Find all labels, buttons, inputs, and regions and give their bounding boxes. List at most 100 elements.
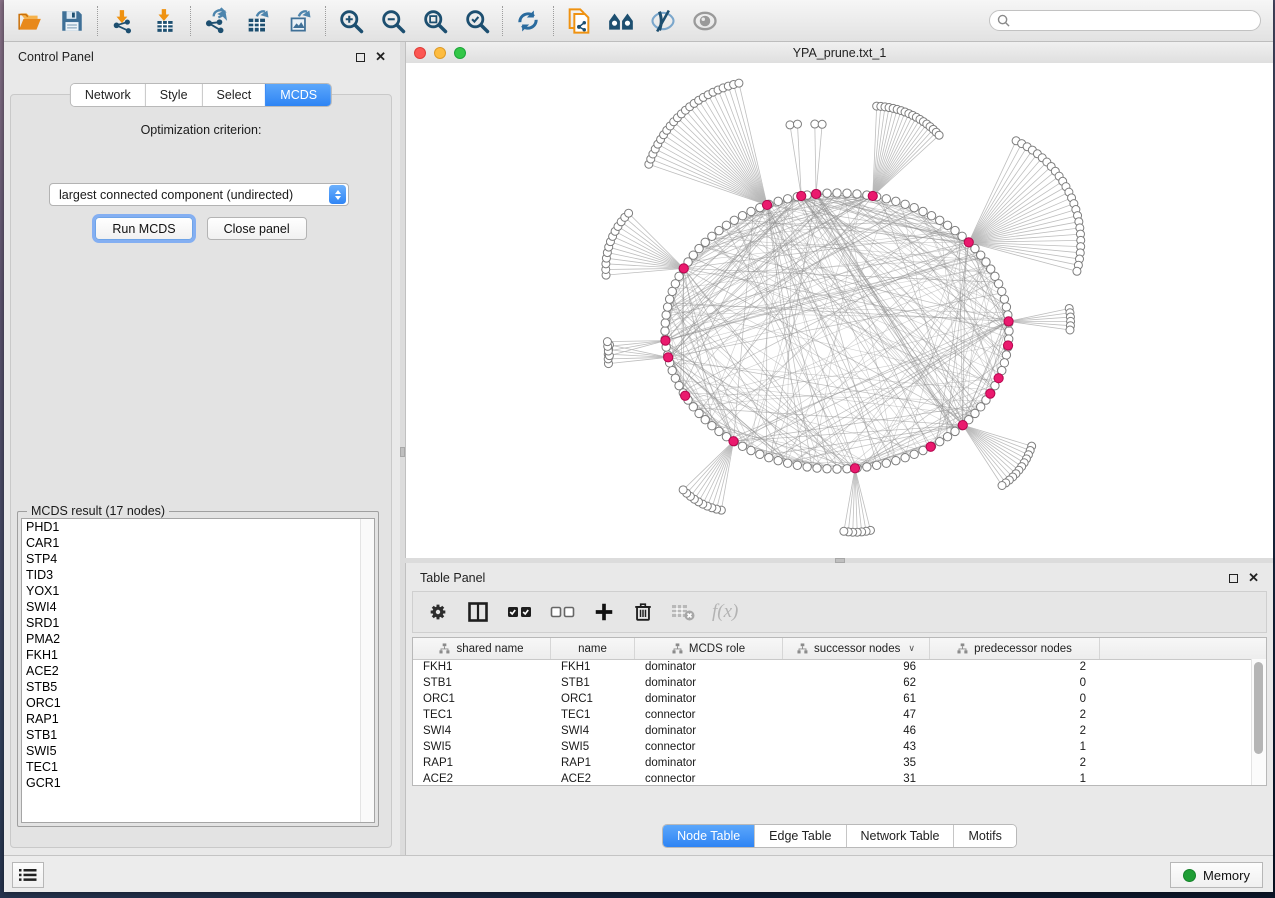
export-image-icon[interactable]: [286, 7, 314, 35]
tab-node-table[interactable]: Node Table: [663, 825, 754, 847]
mcds-result-list[interactable]: PHD1CAR1STP4TID3YOX1SWI4SRD1PMA2FKH1ACE2…: [21, 518, 375, 823]
run-mcds-button[interactable]: Run MCDS: [95, 217, 192, 240]
mcds-tab-content: Network Style Select MCDS Optimization c…: [10, 94, 392, 848]
show-log-button[interactable]: [12, 862, 44, 888]
tab-mcds[interactable]: MCDS: [265, 84, 331, 106]
show-columns-icon[interactable]: [466, 600, 490, 624]
add-icon[interactable]: [593, 601, 615, 623]
table-row[interactable]: RAP1RAP1dominator352: [413, 755, 1252, 771]
delete-table-icon[interactable]: [671, 602, 695, 622]
zoom-out-icon[interactable]: [379, 7, 407, 35]
column-header-successor-nodes[interactable]: successor nodes ∨: [783, 638, 930, 659]
network-graph[interactable]: [406, 63, 1273, 558]
export-network-icon[interactable]: [202, 7, 230, 35]
list-item[interactable]: TEC1: [22, 759, 374, 775]
table-cell: 62: [783, 677, 930, 689]
zoom-in-icon[interactable]: [337, 7, 365, 35]
memory-label: Memory: [1203, 868, 1250, 883]
table-row[interactable]: ACE2ACE2connector311: [413, 771, 1252, 785]
table-row[interactable]: STB1STB1dominator620: [413, 675, 1252, 691]
list-item[interactable]: PMA2: [22, 631, 374, 647]
list-item[interactable]: STP4: [22, 551, 374, 567]
sort-descending-icon: ∨: [908, 643, 915, 654]
close-panel-icon[interactable]: ✕: [1248, 573, 1259, 583]
list-item[interactable]: SWI4: [22, 599, 374, 615]
select-all-rows-icon[interactable]: [507, 602, 533, 622]
list-item[interactable]: TID3: [22, 567, 374, 583]
table-row[interactable]: TEC1TEC1connector472: [413, 707, 1252, 723]
column-header-shared-name[interactable]: shared name: [413, 638, 551, 659]
control-panel-title: Control Panel: [18, 50, 94, 64]
list-item[interactable]: FKH1: [22, 647, 374, 663]
delete-icon[interactable]: [632, 601, 654, 623]
tab-motifs[interactable]: Motifs: [953, 825, 1015, 847]
table-cell: 96: [783, 661, 930, 673]
deselect-all-rows-icon[interactable]: [550, 602, 576, 622]
optimization-criterion-select[interactable]: largest connected component (undirected): [49, 183, 349, 206]
save-session-icon[interactable]: [58, 7, 86, 35]
list-item[interactable]: STB1: [22, 727, 374, 743]
list-item[interactable]: SWI5: [22, 743, 374, 759]
tab-style[interactable]: Style: [145, 84, 202, 106]
export-table-icon[interactable]: [244, 7, 272, 35]
mcds-list-scrollbar[interactable]: [360, 519, 374, 822]
column-header-mcds-role[interactable]: MCDS role: [635, 638, 783, 659]
table-scrollbar[interactable]: [1251, 659, 1266, 785]
list-item[interactable]: GCR1: [22, 775, 374, 791]
tab-network-table[interactable]: Network Table: [846, 825, 954, 847]
search-input[interactable]: [989, 10, 1261, 31]
table-tabs: Node Table Edge Table Network Table Moti…: [406, 824, 1273, 848]
list-item[interactable]: YOX1: [22, 583, 374, 599]
open-file-icon[interactable]: [16, 7, 44, 35]
status-bar: Memory: [4, 855, 1273, 892]
search-field[interactable]: [1015, 13, 1253, 29]
tab-network[interactable]: Network: [71, 84, 145, 106]
zoom-fit-icon[interactable]: [421, 7, 449, 35]
table-cell: 2: [930, 757, 1100, 769]
table-body[interactable]: FKH1FKH1dominator962STB1STB1dominator620…: [413, 659, 1252, 785]
import-table-icon[interactable]: [151, 7, 179, 35]
table-row[interactable]: SWI5SWI5connector431: [413, 739, 1252, 755]
first-neighbors-icon[interactable]: [607, 7, 635, 35]
list-item[interactable]: SRD1: [22, 615, 374, 631]
mcds-result-title: MCDS result (17 nodes): [27, 504, 169, 518]
network-canvas[interactable]: [406, 63, 1273, 558]
hide-selected-icon[interactable]: [649, 7, 677, 35]
tab-edge-table[interactable]: Edge Table: [754, 825, 845, 847]
table-cell: RAP1: [413, 757, 551, 769]
memory-status-icon: [1183, 869, 1196, 882]
table-cell: 0: [930, 693, 1100, 705]
tab-select[interactable]: Select: [202, 84, 266, 106]
list-item[interactable]: STB5: [22, 679, 374, 695]
list-item[interactable]: PHD1: [22, 519, 374, 535]
list-item[interactable]: CAR1: [22, 535, 374, 551]
column-header-predecessor-nodes[interactable]: predecessor nodes: [930, 638, 1100, 659]
table-cell: SWI5: [551, 741, 635, 753]
function-builder-icon[interactable]: f(x): [712, 601, 738, 623]
table-cell: connector: [635, 741, 783, 753]
close-panel-button[interactable]: Close panel: [207, 217, 307, 240]
clone-network-icon[interactable]: [565, 7, 593, 35]
network-window-titlebar[interactable]: YPA_prune.txt_1: [406, 42, 1273, 64]
show-all-icon[interactable]: [691, 7, 719, 35]
table-cell: 35: [783, 757, 930, 769]
table-cell: 46: [783, 725, 930, 737]
import-network-icon[interactable]: [109, 7, 137, 35]
settings-gear-icon[interactable]: [427, 601, 449, 623]
list-item[interactable]: RAP1: [22, 711, 374, 727]
table-panel-title: Table Panel: [420, 571, 485, 585]
network-view-window: YPA_prune.txt_1: [405, 42, 1273, 558]
list-item[interactable]: ACE2: [22, 663, 374, 679]
close-panel-icon[interactable]: ✕: [375, 52, 386, 62]
table-row[interactable]: SWI4SWI4dominator462: [413, 723, 1252, 739]
memory-button[interactable]: Memory: [1170, 862, 1263, 888]
zoom-selected-icon[interactable]: [463, 7, 491, 35]
apply-layout-icon[interactable]: [514, 7, 542, 35]
float-panel-icon[interactable]: [1229, 574, 1238, 583]
table-row[interactable]: ORC1ORC1dominator610: [413, 691, 1252, 707]
scrollbar-thumb[interactable]: [1254, 662, 1263, 754]
column-header-name[interactable]: name: [551, 638, 635, 659]
float-panel-icon[interactable]: [356, 53, 365, 62]
table-row[interactable]: FKH1FKH1dominator962: [413, 659, 1252, 675]
list-item[interactable]: ORC1: [22, 695, 374, 711]
